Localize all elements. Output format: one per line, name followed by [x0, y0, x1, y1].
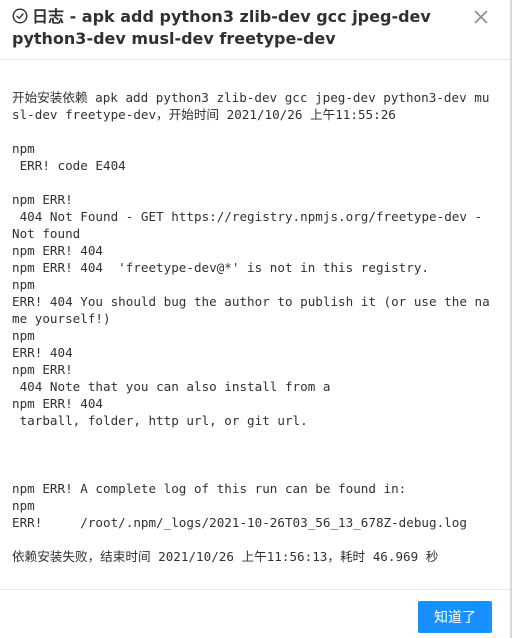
log-line: tarball, folder, http url, or git url.: [12, 413, 308, 428]
check-circle-icon: [12, 8, 28, 24]
log-line: npm ERR!: [12, 362, 73, 377]
log-line: npm: [12, 277, 35, 292]
dialog-footer: 知道了: [0, 589, 512, 638]
dialog-title: 日志 - apk add python3 zlib-dev gcc jpeg-d…: [12, 6, 468, 50]
dialog-header: 日志 - apk add python3 zlib-dev gcc jpeg-d…: [0, 0, 512, 60]
log-line: npm ERR! 404 'freetype-dev@*' is not in …: [12, 260, 430, 275]
log-line: npm ERR! 404: [12, 243, 103, 258]
dialog-title-text: 日志 - apk add python3 zlib-dev gcc jpeg-d…: [12, 7, 431, 48]
log-line: npm ERR! 404: [12, 396, 103, 411]
log-line: ERR! 404: [12, 345, 73, 360]
log-line: npm: [12, 498, 35, 513]
close-icon[interactable]: [474, 9, 488, 24]
log-line: npm ERR! A complete log of this run can …: [12, 481, 407, 496]
log-line: npm: [12, 141, 35, 156]
log-line: ERR! 404 You should bug the author to pu…: [12, 294, 490, 326]
log-line: ERR! code E404: [12, 158, 126, 173]
log-output: 开始安装依赖 apk add python3 zlib-dev gcc jpeg…: [12, 89, 490, 565]
log-dialog: 日志 - apk add python3 zlib-dev gcc jpeg-d…: [0, 0, 512, 638]
ok-button[interactable]: 知道了: [418, 601, 492, 633]
log-line: 依赖安装失败，结束时间 2021/10/26 上午11:56:13，耗时 46.…: [12, 549, 439, 564]
log-line: npm ERR!: [12, 192, 73, 207]
log-line: 404 Note that you can also install from …: [12, 379, 331, 394]
log-line: npm: [12, 328, 35, 343]
log-line: 404 Not Found - GET https://registry.npm…: [12, 209, 490, 241]
log-body: 开始安装依赖 apk add python3 zlib-dev gcc jpeg…: [12, 89, 490, 573]
log-line: 开始安装依赖 apk add python3 zlib-dev gcc jpeg…: [12, 90, 490, 122]
log-line: ERR! /root/.npm/_logs/2021-10-26T03_56_1…: [12, 515, 467, 530]
